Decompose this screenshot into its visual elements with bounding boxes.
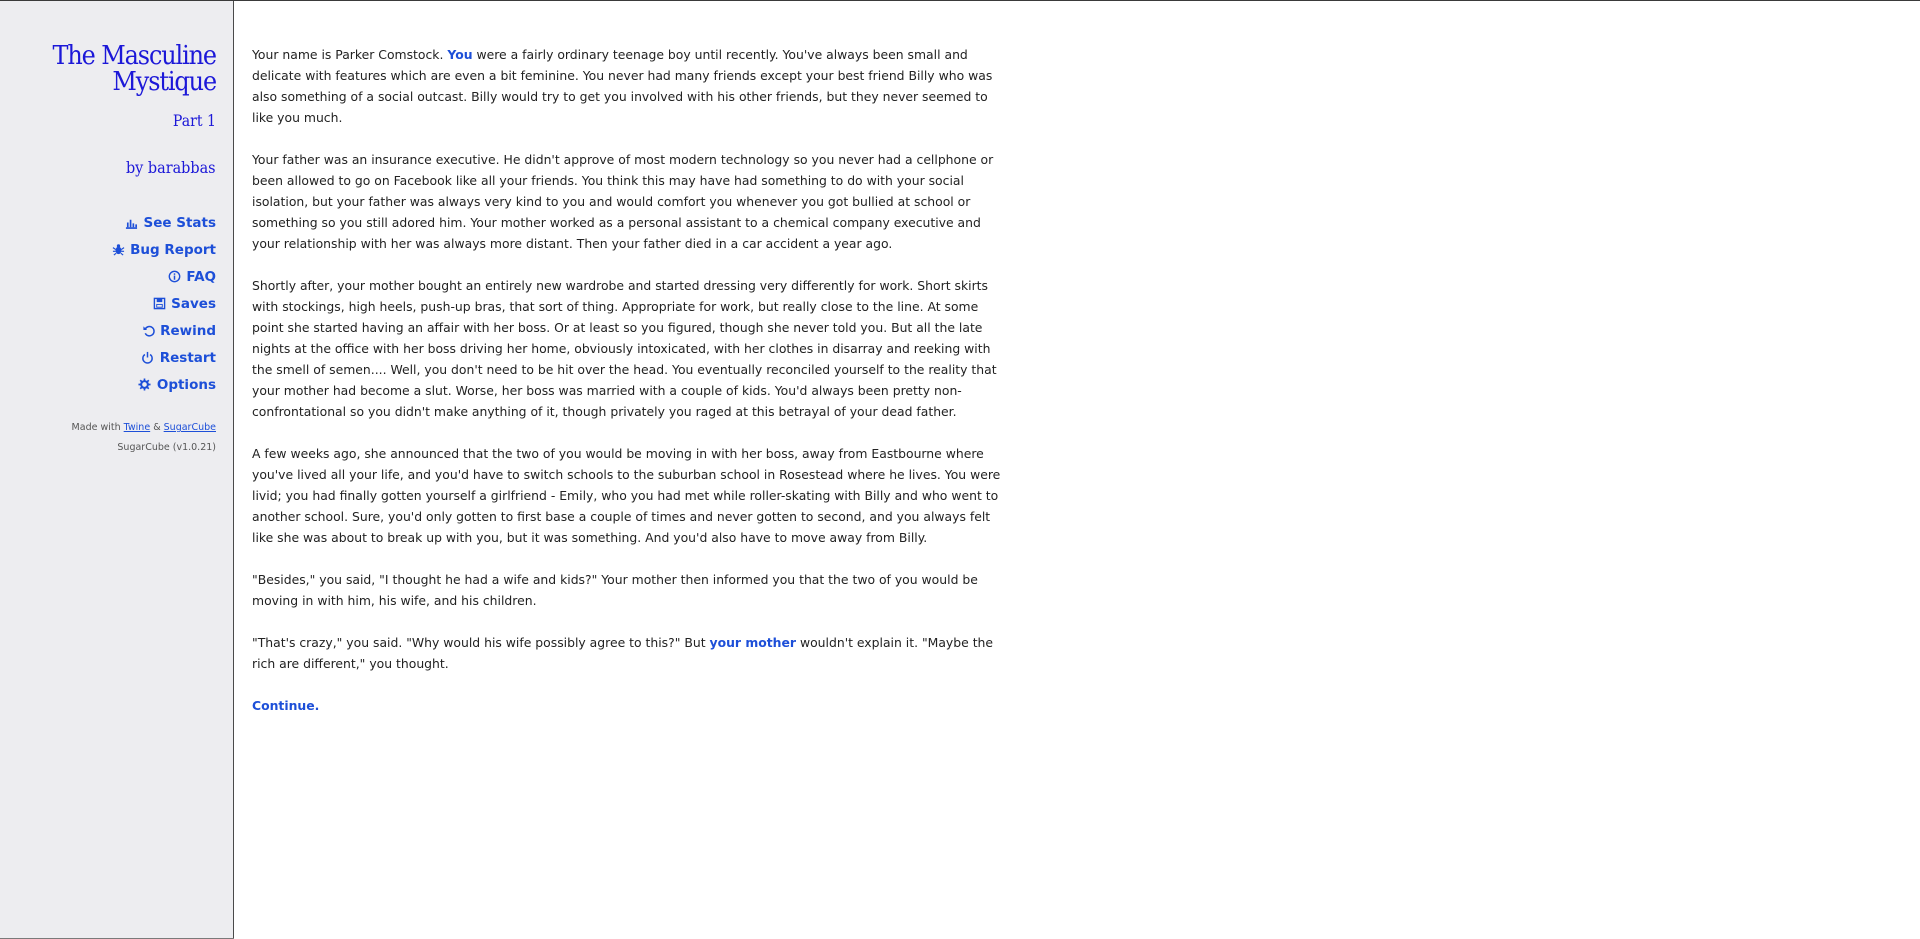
you-link[interactable]: You	[447, 47, 472, 62]
credits: Made with Twine & SugarCube SugarCube (v…	[72, 418, 216, 458]
bug-icon	[111, 243, 125, 257]
passage-paragraph-1: Your name is Parker Comstock. You were a…	[252, 44, 1007, 128]
your-mother-link[interactable]: your mother	[710, 635, 797, 650]
ampersand-text: &	[153, 422, 161, 433]
sidebar-menu: See Stats Bug Report FAQ Saves Rewind Re…	[16, 209, 216, 398]
gear-icon	[138, 378, 152, 392]
passage-paragraph-4: A few weeks ago, she announced that the …	[252, 446, 1001, 545]
restart-button[interactable]: Restart	[16, 344, 216, 371]
p1-text-a: Your name is Parker Comstock.	[252, 47, 448, 62]
rewind-label: Rewind	[160, 322, 216, 339]
page: The Masculine Mystique Part 1 by barabba…	[0, 0, 1920, 939]
passage-paragraph-6: "That's crazy," you said. "Why would his…	[252, 632, 1007, 674]
faq-button[interactable]: FAQ	[16, 263, 216, 290]
twine-link[interactable]: Twine	[124, 422, 151, 433]
story-subtitle: Part 1	[172, 111, 216, 130]
restart-label: Restart	[159, 349, 216, 366]
passage-paragraph-2: Your father was an insurance executive. …	[252, 152, 994, 251]
bar-chart-icon	[124, 216, 138, 230]
power-icon	[141, 351, 155, 365]
sugarcube-link[interactable]: SugarCube	[164, 422, 216, 433]
rewind-button[interactable]: Rewind	[16, 317, 216, 344]
see-stats-label: See Stats	[143, 214, 216, 231]
credits-made-with: Made with Twine & SugarCube	[72, 418, 216, 438]
p6-text-a: "That's crazy," you said. "Why would his…	[252, 635, 710, 650]
passage: Your name is Parker Comstock. You were a…	[252, 44, 1007, 737]
passage-paragraph-3: Shortly after, your mother bought an ent…	[252, 278, 997, 419]
see-stats-button[interactable]: See Stats	[16, 209, 216, 236]
story-title-line1: The Masculine	[52, 41, 218, 71]
sidebar: The Masculine Mystique Part 1 by barabba…	[0, 1, 234, 939]
continue-link[interactable]: Continue.	[252, 698, 319, 713]
saves-button[interactable]: Saves	[16, 290, 216, 317]
saves-label: Saves	[171, 295, 216, 312]
story-title-line2: Mystique	[112, 67, 217, 97]
info-icon	[167, 270, 181, 284]
floppy-disk-icon	[152, 297, 166, 311]
options-label: Options	[156, 376, 216, 393]
passage-paragraph-5: "Besides," you said, "I thought he had a…	[252, 572, 978, 608]
sugarcube-version: SugarCube (v1.0.21)	[117, 442, 216, 453]
story-author: by barabbas	[126, 158, 216, 177]
options-button[interactable]: Options	[16, 371, 216, 398]
undo-arrow-icon	[141, 324, 155, 338]
story-title: The Masculine Mystique	[23, 41, 218, 97]
faq-label: FAQ	[186, 268, 216, 285]
made-with-text: Made with	[71, 422, 121, 433]
continue-paragraph: Continue.	[252, 695, 1007, 716]
bug-report-label: Bug Report	[130, 241, 216, 258]
bug-report-button[interactable]: Bug Report	[16, 236, 216, 263]
